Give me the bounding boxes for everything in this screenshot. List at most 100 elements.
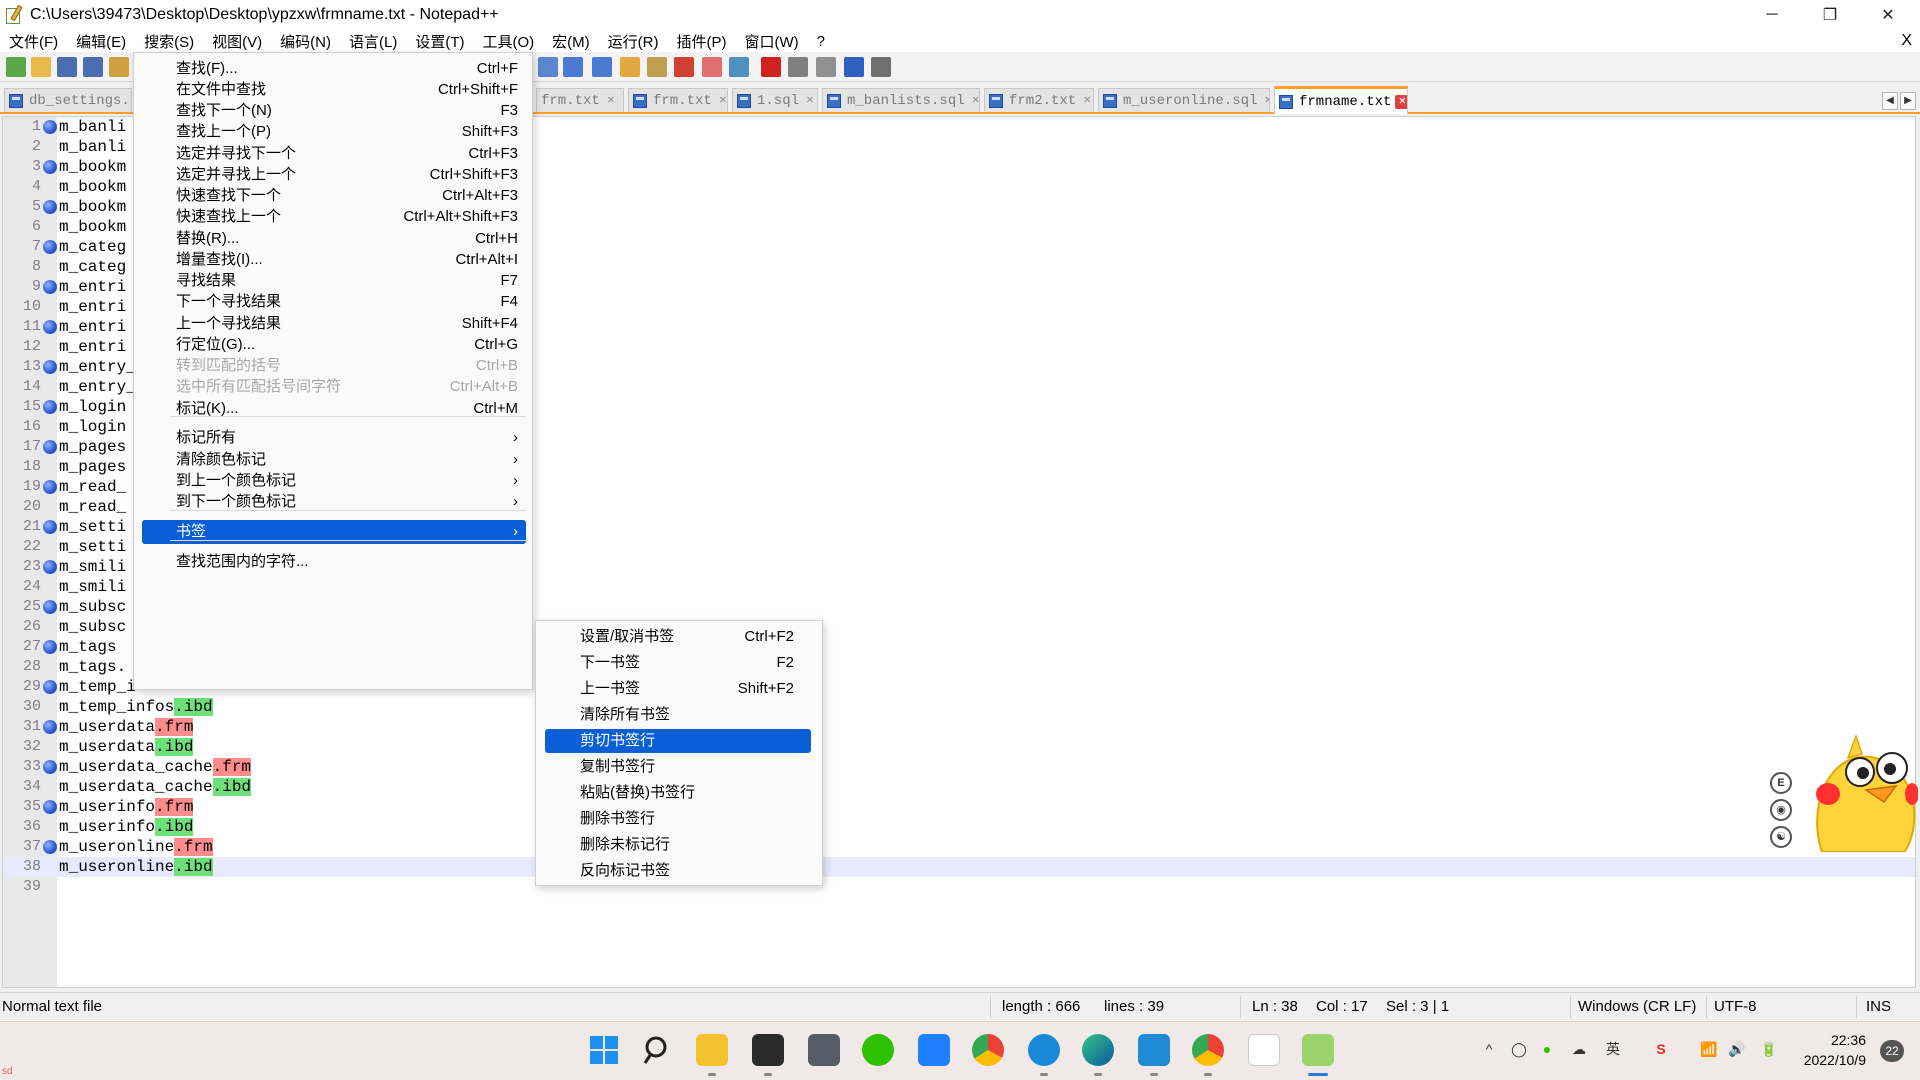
file-explorer-icon[interactable] — [696, 1034, 728, 1066]
tab-close-icon[interactable]: ✕ — [1261, 93, 1269, 108]
bookmark-icon[interactable] — [43, 120, 57, 134]
bookmark-menu-item[interactable]: 设置/取消书签 Ctrl+F2 — [580, 625, 794, 649]
bookmark-icon[interactable] — [43, 440, 57, 454]
tray-wechat-icon[interactable]: ● — [1538, 1040, 1556, 1058]
typora-icon[interactable] — [1248, 1034, 1280, 1066]
tab-scroll-left-icon[interactable]: ◀ — [1882, 92, 1898, 110]
editor-line[interactable]: 30 m_temp_infos.ibd — [3, 697, 1915, 717]
record-macro-icon[interactable] — [761, 57, 781, 77]
menu-run[interactable]: 运行(R) — [599, 31, 668, 52]
doc-map-icon[interactable] — [620, 57, 640, 77]
battery-icon[interactable]: 🔋 — [1760, 1040, 1778, 1058]
search-menu-item[interactable]: 标记所有 › — [176, 426, 518, 450]
stop-macro-icon[interactable] — [788, 57, 808, 77]
tab-close-icon[interactable]: ✕ — [803, 93, 817, 108]
bookmark-icon[interactable] — [43, 280, 57, 294]
tab-close-icon[interactable]: ✕ — [969, 93, 979, 108]
editor-line[interactable]: 35 m_userinfo.frm — [3, 797, 1915, 817]
close-file-icon[interactable] — [109, 57, 129, 77]
function-list-icon[interactable] — [647, 57, 667, 77]
menu-settings[interactable]: 设置(T) — [406, 31, 473, 52]
run-macro-multiple-icon[interactable] — [844, 57, 864, 77]
bookmark-icon[interactable] — [43, 200, 57, 214]
menu-encoding[interactable]: 编码(N) — [271, 31, 340, 52]
indent-guide-icon[interactable] — [592, 57, 612, 77]
tray-security-icon[interactable]: S — [1652, 1040, 1670, 1058]
restore-button[interactable]: ❐ — [1802, 0, 1858, 30]
bookmark-icon[interactable] — [43, 520, 57, 534]
terminal-icon[interactable] — [752, 1034, 784, 1066]
bookmark-icon[interactable] — [43, 680, 57, 694]
edge-icon[interactable] — [1082, 1034, 1114, 1066]
tray-ime-icon[interactable]: 英 — [1604, 1040, 1622, 1058]
english-input-icon[interactable]: E — [1770, 772, 1792, 794]
skin-icon[interactable]: ☯ — [1770, 826, 1792, 848]
editor-line[interactable]: 31 m_userdata.frm — [3, 717, 1915, 737]
bookmark-menu-item[interactable]: 删除未标记行 — [580, 833, 794, 857]
bookmark-icon[interactable] — [43, 360, 57, 374]
bookmark-icon[interactable] — [43, 640, 57, 654]
bookmark-menu-item[interactable]: 下一书签 F2 — [580, 651, 794, 675]
duck-mascot-icon[interactable] — [1800, 728, 1918, 852]
bookmark-menu-item[interactable]: 上一书签 Shift+F2 — [580, 677, 794, 701]
menu-window[interactable]: 窗口(W) — [735, 31, 807, 52]
editor-line[interactable]: 32 m_userdata.ibd — [3, 737, 1915, 757]
editor-line[interactable]: 36 m_userinfo.ibd — [3, 817, 1915, 837]
tray-cloud-icon[interactable]: ☁ — [1570, 1040, 1588, 1058]
save-macro-icon[interactable] — [871, 57, 891, 77]
bookmark-icon[interactable] — [43, 320, 57, 334]
menu-file[interactable]: 文件(F) — [0, 31, 67, 52]
menu-edit[interactable]: 编辑(E) — [67, 31, 135, 52]
close-document-button[interactable]: X — [1901, 30, 1912, 52]
tray-overflow-icon[interactable]: ^ — [1480, 1040, 1498, 1058]
wechat-icon[interactable] — [862, 1034, 894, 1066]
tab-frm2-txt[interactable]: frm2.txt ✕ — [984, 88, 1094, 112]
tab-close-icon[interactable]: ✕ — [604, 93, 618, 108]
bookmark-icon[interactable] — [43, 240, 57, 254]
bookmark-icon[interactable] — [43, 160, 57, 174]
system-clock[interactable]: 22:36 2022/10/9 — [1804, 1030, 1866, 1070]
punctuation-icon[interactable]: ◉ — [1770, 799, 1792, 821]
menu-view[interactable]: 视图(V) — [203, 31, 271, 52]
bookmark-menu-item[interactable]: 剪切书签行 — [545, 729, 811, 753]
encoding-label[interactable]: UTF-8 — [1714, 998, 1757, 1015]
play-macro-icon[interactable] — [816, 57, 836, 77]
menu-plugins[interactable]: 插件(P) — [667, 31, 735, 52]
tab-close-icon[interactable]: ✕ — [716, 93, 727, 108]
bookmark-menu-item[interactable]: 粘贴(替换)书签行 — [580, 781, 794, 805]
windows-start-icon[interactable] — [588, 1034, 620, 1066]
menu-tools[interactable]: 工具(O) — [473, 31, 543, 52]
vscode-icon[interactable] — [1138, 1034, 1170, 1066]
tray-app-icon[interactable]: ◯ — [1510, 1040, 1528, 1058]
bookmark-icon[interactable] — [43, 720, 57, 734]
eol-format-label[interactable]: Windows (CR LF) — [1578, 998, 1696, 1015]
menu-help[interactable]: ? — [808, 33, 834, 50]
bookmark-icon[interactable] — [43, 760, 57, 774]
bookmark-menu-item[interactable]: 复制书签行 — [580, 755, 794, 779]
search-icon[interactable] — [642, 1034, 674, 1066]
pinned-app-icon[interactable] — [918, 1034, 950, 1066]
notepadpp-taskbar-icon[interactable] — [1302, 1034, 1334, 1066]
search-menu-item[interactable]: 查找上一个(P) Shift+F3 — [176, 120, 518, 144]
minimize-button[interactable]: ─ — [1744, 0, 1800, 30]
editor-line[interactable]: 38 m_useronline.ibd — [3, 857, 1915, 877]
bookmark-icon[interactable] — [43, 840, 57, 854]
keyboard-app-icon[interactable] — [808, 1034, 840, 1066]
monitor-icon[interactable] — [702, 57, 722, 77]
save-icon[interactable] — [57, 57, 77, 77]
bookmark-icon[interactable] — [43, 480, 57, 494]
tab-close-icon[interactable]: ✕ — [1395, 94, 1407, 109]
bookmark-icon[interactable] — [43, 600, 57, 614]
tab-1-sql[interactable]: 1.sql ✕ — [732, 88, 818, 112]
bookmark-icon[interactable] — [43, 800, 57, 814]
tab-m-banlists-sql[interactable]: m_banlists.sql ✕ — [822, 88, 980, 112]
bookmark-menu-item[interactable]: 反向标记书签 — [580, 859, 794, 883]
ie-browser-icon[interactable] — [1028, 1034, 1060, 1066]
wifi-icon[interactable]: 📶 — [1700, 1040, 1718, 1058]
save-all-icon[interactable] — [83, 57, 103, 77]
tab-frm-txt-1[interactable]: frm.txt ✕ — [536, 88, 624, 112]
tab-m-useronline-sql[interactable]: m_useronline.sql ✕ — [1098, 88, 1270, 112]
menu-language[interactable]: 语言(L) — [340, 31, 406, 52]
eye-icon[interactable] — [729, 57, 749, 77]
editor-line[interactable]: 33 m_userdata_cache.frm — [3, 757, 1915, 777]
